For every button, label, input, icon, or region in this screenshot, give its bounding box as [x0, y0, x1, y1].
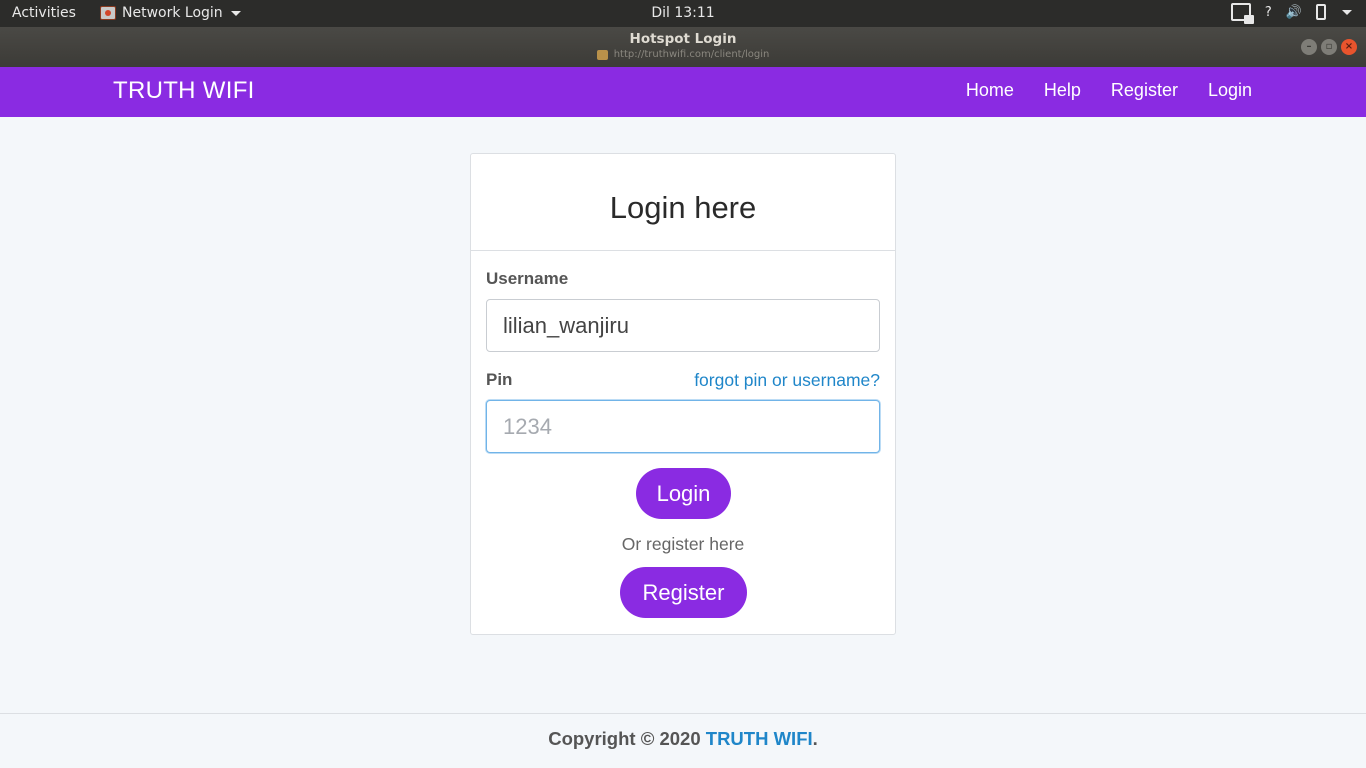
- nav-login-link[interactable]: Login: [1208, 80, 1252, 101]
- footer-period: .: [812, 728, 818, 749]
- close-button[interactable]: ×: [1341, 39, 1357, 55]
- forgot-credentials-link[interactable]: forgot pin or username?: [694, 370, 880, 391]
- pin-label: Pin: [486, 370, 513, 389]
- brand-link[interactable]: TRUTH WIFI: [113, 77, 255, 105]
- window-titlebar: Hotspot Login http://truthwifi.com/clien…: [0, 27, 1366, 67]
- footer-brand-link[interactable]: TRUTH WIFI: [706, 728, 813, 749]
- url-display: http://truthwifi.com/client/login: [0, 49, 1366, 60]
- or-register-text: Or register here: [621, 534, 745, 554]
- nav-home-link[interactable]: Home: [966, 80, 1014, 101]
- window-title: Hotspot Login: [629, 31, 737, 47]
- nav-register-link[interactable]: Register: [1111, 80, 1178, 101]
- url-text: http://truthwifi.com/client/login: [613, 49, 770, 60]
- register-button[interactable]: Register: [620, 567, 747, 618]
- clock[interactable]: Dil 13:11: [0, 5, 1366, 21]
- pin-input[interactable]: [486, 400, 880, 453]
- card-header: Login here: [471, 154, 895, 251]
- username-label: Username: [486, 269, 569, 288]
- window-controls: – ▫ ×: [1301, 39, 1357, 55]
- chevron-down-icon[interactable]: [1342, 9, 1352, 15]
- help-icon[interactable]: ?: [1265, 5, 1272, 20]
- login-heading: Login here: [609, 190, 757, 225]
- page-footer: Copyright © 2020 TRUTH WIFI.: [0, 713, 1366, 768]
- nav-help-link[interactable]: Help: [1044, 80, 1081, 101]
- site-navbar: TRUTH WIFI Home Help Register Login: [0, 67, 1366, 117]
- login-button[interactable]: Login: [636, 468, 731, 519]
- copyright-text: Copyright © 2020: [548, 728, 706, 749]
- insecure-lock-icon: [596, 49, 608, 60]
- system-top-bar: Activities Network Login Dil 13:11 ? 🔊: [0, 0, 1366, 27]
- battery-icon[interactable]: [1316, 4, 1326, 20]
- maximize-button[interactable]: ▫: [1321, 39, 1337, 55]
- network-icon[interactable]: [1230, 3, 1254, 24]
- system-tray[interactable]: ? 🔊: [1230, 3, 1352, 24]
- username-input[interactable]: [486, 299, 880, 352]
- nav-links: Home Help Register Login: [966, 80, 1252, 101]
- minimize-button[interactable]: –: [1301, 39, 1317, 55]
- volume-icon[interactable]: 🔊: [1286, 5, 1302, 20]
- login-card: Login here Username Pin forgot pin or us…: [470, 153, 896, 635]
